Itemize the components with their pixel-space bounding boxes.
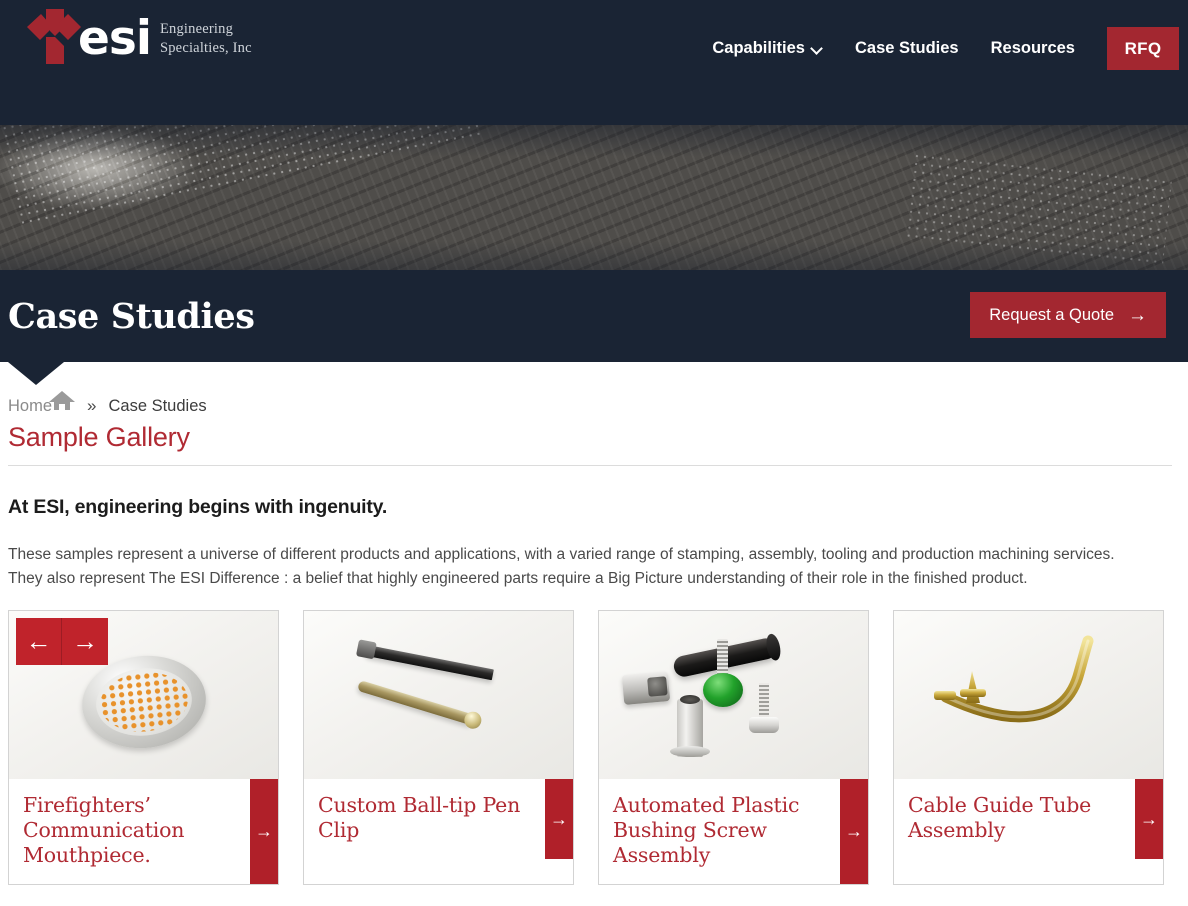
- arrow-right-icon: →: [1128, 304, 1147, 326]
- logo-tagline: Engineering Specialties, Inc: [160, 20, 252, 58]
- nav-item-resources-label: Resources: [990, 39, 1075, 57]
- gallery-card[interactable]: Custom Ball-tip Pen Clip →: [303, 610, 574, 885]
- card-photo-bushing-screw-parts: [599, 611, 868, 779]
- card-photo-pen-clips: [304, 611, 573, 779]
- logo-tagline-line2: Specialties, Inc: [159, 40, 252, 57]
- breadcrumb-current: Case Studies: [108, 396, 207, 415]
- page-title-bar: Case Studies Request a Quote →: [0, 270, 1188, 385]
- card-arrow-button[interactable]: →: [545, 779, 573, 859]
- card-caption: Automated Plastic Bushing Screw Assembly…: [599, 779, 868, 884]
- carousel-prev-button[interactable]: ←: [16, 618, 62, 665]
- main-navigation: Capabilities Case Studies Resources RFQ: [696, 0, 1188, 97]
- card-photo-brass-cable-guide-tube: [894, 611, 1163, 779]
- request-a-quote-label: Request a Quote: [989, 305, 1114, 324]
- card-title: Custom Ball-tip Pen Clip: [318, 793, 521, 842]
- card-arrow-button[interactable]: →: [1135, 779, 1163, 859]
- nav-item-capabilities-label: Capabilities: [712, 39, 805, 57]
- title-bar-notch: [8, 362, 64, 385]
- nav-item-case-studies[interactable]: Case Studies: [855, 39, 959, 58]
- card-arrow-button[interactable]: →: [250, 779, 278, 884]
- nav-item-capabilities[interactable]: Capabilities: [712, 39, 823, 58]
- gallery-card[interactable]: Automated Plastic Bushing Screw Assembly…: [598, 610, 869, 885]
- site-logo[interactable]: esi Engineering Specialties, Inc: [8, 6, 252, 72]
- carousel-navigation: ← →: [16, 618, 108, 665]
- lede-text: At ESI, engineering begins with ingenuit…: [8, 496, 388, 518]
- sample-gallery-carousel: ← → Firefighters’ Communication Mouthpie…: [8, 610, 1180, 885]
- section-heading: Sample Gallery: [8, 422, 190, 452]
- card-caption: Cable Guide Tube Assembly →: [894, 779, 1163, 859]
- page-title: Case Studies: [8, 295, 255, 337]
- intro-paragraph-line1: These samples represent a universe of di…: [8, 546, 1115, 563]
- nav-item-resources[interactable]: Resources: [991, 39, 1075, 58]
- nav-item-case-studies-label: Case Studies: [854, 39, 959, 57]
- breadcrumb: Home » Case Studies: [8, 362, 1180, 422]
- card-arrow-button[interactable]: →: [840, 779, 868, 884]
- rfq-button[interactable]: RFQ: [1107, 27, 1179, 70]
- home-icon: [49, 390, 76, 410]
- breadcrumb-separator: »: [87, 396, 97, 415]
- intro-paragraph: These samples represent a universe of di…: [8, 543, 1158, 591]
- esi-diamond-logo-icon: [8, 6, 92, 72]
- card-caption: Firefighters’ Communication Mouthpiece. …: [9, 779, 278, 884]
- main-content: Home » Case Studies Sample Gallery At ES…: [0, 362, 1188, 885]
- card-caption: Custom Ball-tip Pen Clip →: [304, 779, 573, 859]
- intro-paragraph-line2: They also represent The ESI Difference :…: [8, 570, 1028, 587]
- logo-tagline-line1: Engineering: [159, 21, 234, 38]
- site-header: esi Engineering Specialties, Inc Capabil…: [0, 0, 1188, 125]
- section-divider: [8, 465, 1172, 466]
- card-title: Cable Guide Tube Assembly: [908, 793, 1092, 842]
- hero-banner-image: [0, 125, 1188, 270]
- request-a-quote-button[interactable]: Request a Quote →: [970, 292, 1166, 338]
- chevron-down-icon: [812, 44, 823, 55]
- gallery-card[interactable]: Cable Guide Tube Assembly →: [893, 610, 1164, 885]
- card-title: Firefighters’ Communication Mouthpiece.: [23, 793, 185, 867]
- breadcrumb-home-label: Home: [8, 396, 53, 415]
- card-title: Automated Plastic Bushing Screw Assembly: [613, 793, 800, 867]
- breadcrumb-home-link[interactable]: Home: [8, 390, 76, 416]
- carousel-next-button[interactable]: →: [62, 618, 108, 665]
- photo-vignette: [0, 125, 1188, 270]
